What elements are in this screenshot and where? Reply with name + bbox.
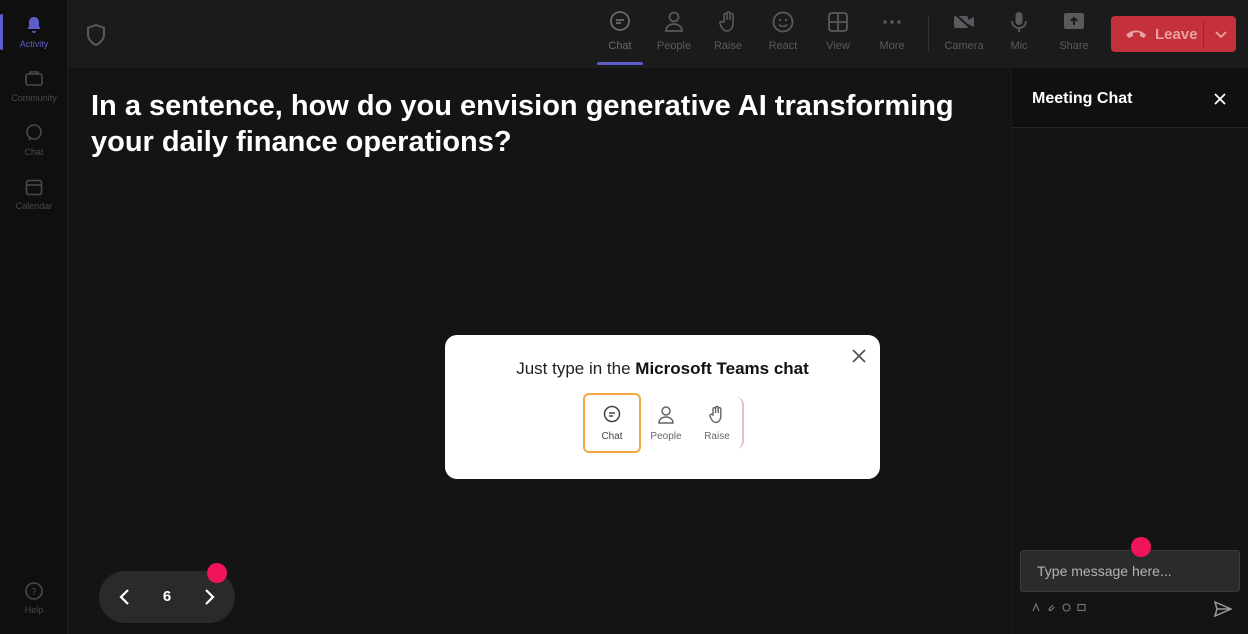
gif-icon[interactable] [1077,603,1086,612]
toolbar-chat-button[interactable]: Chat [594,10,646,60]
help-icon: ? [25,582,43,600]
active-tab-indicator [597,62,643,65]
rail-item-chat[interactable]: Chat [0,114,68,166]
rail-label: Community [11,93,57,103]
rail-item-help[interactable]: ? Help [0,572,68,624]
meeting-toolbar: Chat People Raise React View More Camera… [68,0,1248,68]
format-icon[interactable] [1032,603,1041,612]
popup-button-label: Raise [704,430,730,442]
chevron-left-icon[interactable] [115,587,135,607]
send-icon[interactable] [1214,600,1232,618]
microphone-icon [1011,12,1027,32]
bell-icon [27,17,41,33]
toolbar-raise-button[interactable]: Raise [702,10,754,60]
toolbar-label: Camera [944,40,984,52]
rail-item-calendar[interactable]: Calendar [0,168,68,220]
chat-icon [610,11,630,31]
toolbar-camera-button[interactable]: Camera [938,10,990,60]
leave-label: Leave [1155,25,1198,43]
toolbar-more-button[interactable]: More [866,10,918,60]
chat-message-input[interactable]: Type message here... [1020,550,1240,592]
chat-icon [603,405,621,422]
grid-view-icon [828,12,848,32]
community-icon [25,71,43,86]
toolbar-people-button[interactable]: People [648,10,700,60]
chat-title: Meeting Chat [1032,90,1133,107]
rail-item-activity[interactable]: Activity [0,6,68,58]
close-icon[interactable] [1213,92,1227,106]
popup-people-button[interactable]: People [637,393,695,453]
popup-message: Just type in the Microsoft Teams chat [445,359,880,379]
toolbar-label: React [768,40,798,52]
popup-text-prefix: Just type in the [516,359,636,378]
people-icon [658,405,674,424]
leave-divider [1203,20,1204,48]
app-rail: Activity Community Chat Calendar ? Help [0,0,68,634]
toolbar-label: More [879,40,905,52]
toolbar-label: People [656,40,692,52]
toolbar-share-button[interactable]: Share [1048,10,1100,60]
rail-label: Help [24,605,44,615]
more-dots-icon [883,20,901,24]
chat-icon [26,124,42,141]
meeting-chat-panel: Meeting Chat Type message here... [1011,68,1248,634]
toolbar-label: Mic [1010,40,1028,52]
attach-icon[interactable] [1047,603,1056,612]
chat-header: Meeting Chat [1012,68,1248,128]
toolbar-react-button[interactable]: React [757,10,809,60]
chevron-down-icon[interactable] [1214,27,1228,41]
format-toolbar [1032,603,1086,612]
slide-number: 6 [162,588,172,605]
people-icon [665,11,683,32]
smiley-icon [772,11,794,33]
popup-chat-button[interactable]: Chat [583,393,641,453]
toolbar-view-button[interactable]: View [812,10,864,60]
svg-text:?: ? [31,587,36,598]
camera-off-icon [953,12,975,32]
rail-label: Activity [19,39,49,49]
toolbar-label: Chat [608,40,632,52]
raise-hand-icon [709,405,722,423]
question-title: In a sentence, how do you envision gener… [91,90,954,158]
rail-label: Calendar [15,201,53,211]
toolbar-label: Raise [713,40,743,52]
popup-text-bold: Microsoft Teams chat [635,359,809,378]
leave-button[interactable]: Leave [1111,16,1236,52]
rail-label: Chat [24,147,44,157]
hang-up-icon [1126,30,1146,38]
toolbar-label: Share [1059,40,1089,52]
popup-button-label: People [650,430,682,442]
pointer-dot [1131,537,1151,557]
shield-icon [87,24,105,46]
rail-item-community[interactable]: Community [0,60,68,112]
share-screen-icon [1064,13,1084,29]
pointer-dot [207,563,227,583]
calendar-icon [25,179,43,196]
raise-hand-icon [719,11,734,32]
toolbar-divider [928,16,929,52]
toolbar-mic-button[interactable]: Mic [993,10,1045,60]
popup-button-label: Chat [601,430,623,442]
popup-toolbar-edge [734,397,744,449]
chevron-right-icon[interactable] [199,587,219,607]
chat-hint-popup: Just type in the Microsoft Teams chat Ch… [445,335,880,479]
toolbar-label: View [826,40,850,52]
emoji-icon[interactable] [1062,603,1071,612]
